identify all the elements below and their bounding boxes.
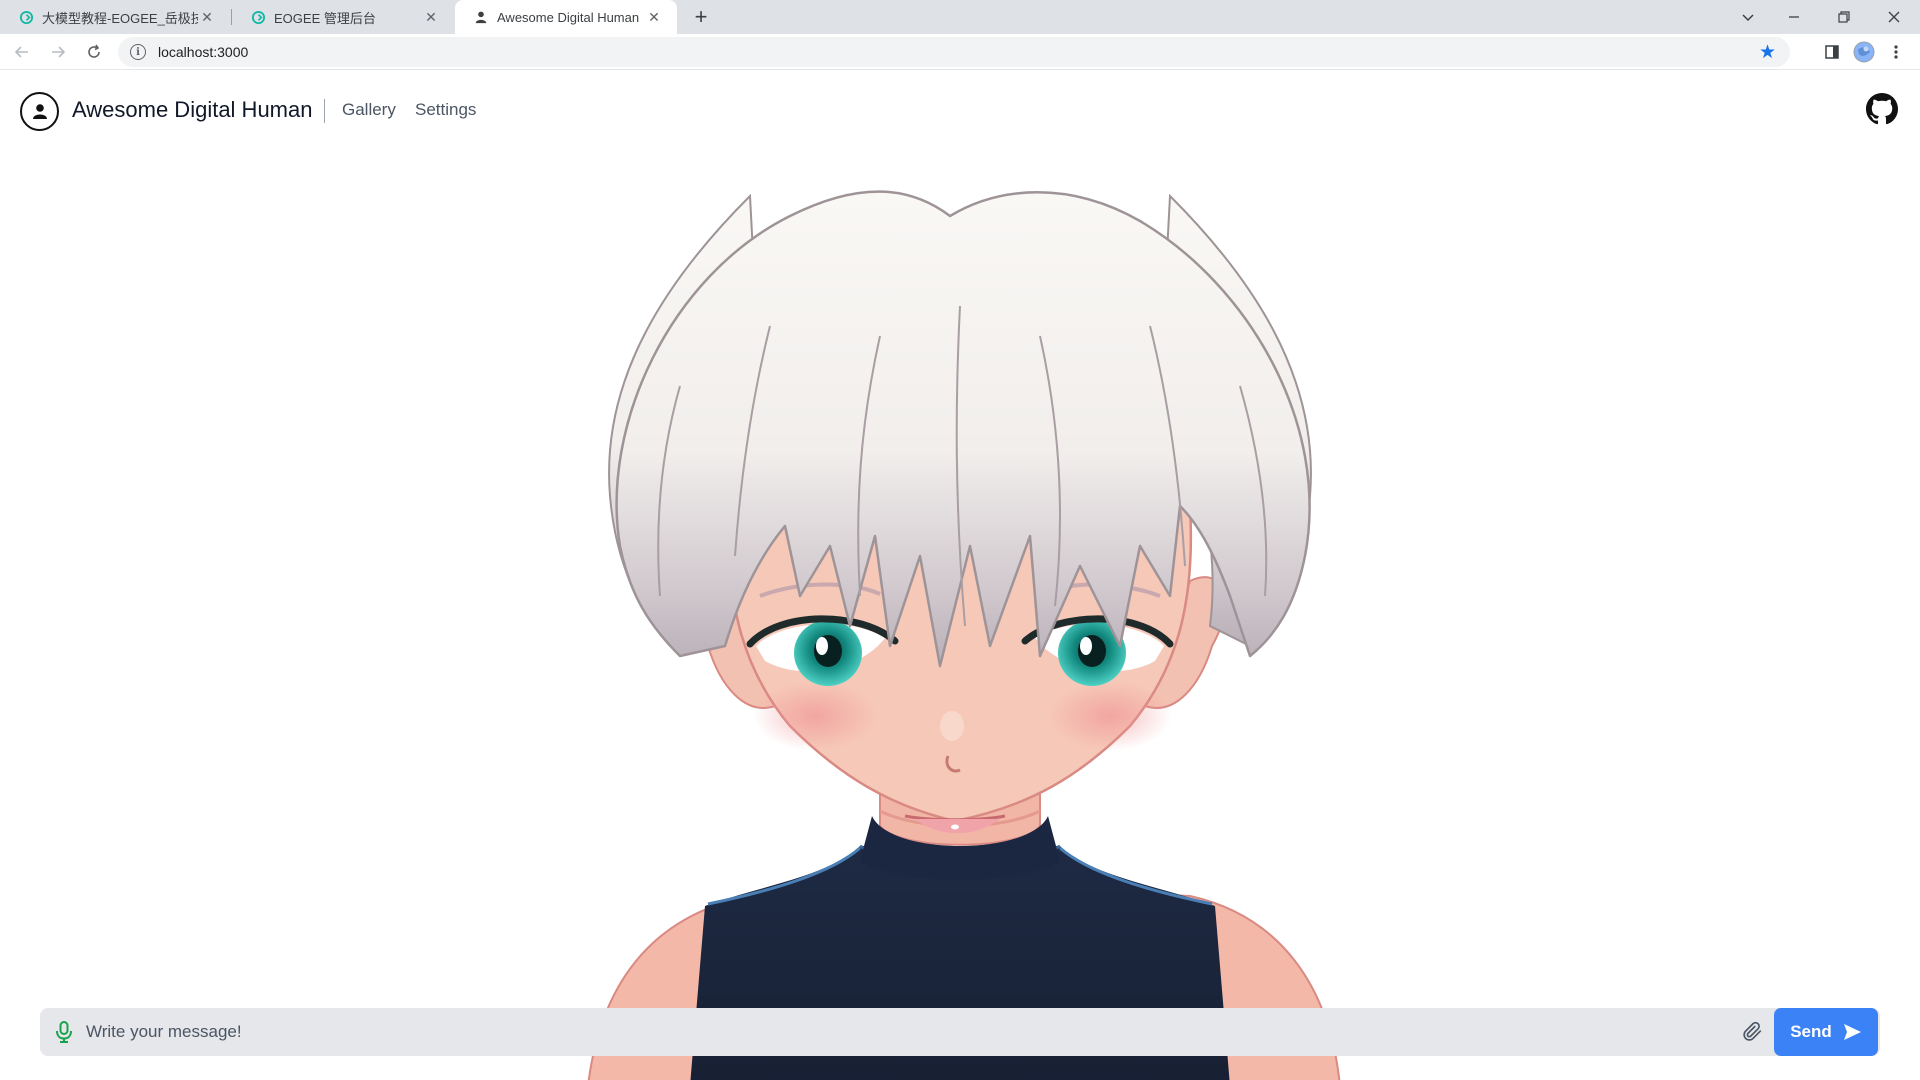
digital-human-avatar bbox=[560, 126, 1360, 1080]
new-tab-button[interactable]: + bbox=[688, 4, 714, 30]
paperclip-icon[interactable] bbox=[1742, 1021, 1764, 1043]
nav-settings-link[interactable]: Settings bbox=[415, 100, 476, 120]
browser-tab[interactable]: EOGEE 管理后台 ✕ bbox=[232, 0, 454, 34]
header-divider bbox=[324, 99, 325, 123]
eogee-favicon-icon bbox=[250, 9, 266, 25]
url-text: localhost:3000 bbox=[158, 44, 249, 60]
send-arrow-icon bbox=[1843, 1024, 1861, 1040]
address-bar[interactable]: i localhost:3000 ★ bbox=[118, 37, 1790, 67]
close-window-icon[interactable] bbox=[1870, 0, 1918, 34]
user-logo-icon[interactable] bbox=[20, 92, 59, 131]
app-title[interactable]: Awesome Digital Human bbox=[72, 97, 312, 123]
message-input[interactable] bbox=[86, 1008, 1766, 1056]
close-icon[interactable]: ✕ bbox=[422, 8, 440, 26]
bookmark-star-icon[interactable]: ★ bbox=[1759, 41, 1776, 64]
github-icon[interactable] bbox=[1866, 93, 1898, 125]
forward-arrow-icon[interactable] bbox=[44, 38, 72, 66]
browser-toolbar: i localhost:3000 ★ bbox=[0, 34, 1920, 70]
side-panel-icon[interactable] bbox=[1818, 38, 1846, 66]
browser-tab-active[interactable]: Awesome Digital Human ✕ bbox=[455, 0, 677, 34]
back-arrow-icon[interactable] bbox=[8, 38, 36, 66]
send-button-label: Send bbox=[1790, 1022, 1832, 1041]
close-icon[interactable]: ✕ bbox=[198, 8, 216, 26]
tab-title: 大模型教程-EOGEE_岳极技术 bbox=[42, 10, 198, 26]
app-viewport: Awesome Digital Human Gallery Settings W… bbox=[0, 71, 1920, 1080]
restore-icon[interactable] bbox=[1820, 0, 1868, 34]
browser-tab[interactable]: 大模型教程-EOGEE_岳极技术 ✕ bbox=[0, 0, 230, 34]
tab-search-chevron-down-icon[interactable] bbox=[1724, 0, 1772, 34]
profile-avatar-icon[interactable] bbox=[1850, 38, 1878, 66]
app-header: Awesome Digital Human Gallery Settings bbox=[0, 71, 1920, 151]
eogee-favicon-icon bbox=[18, 9, 34, 25]
tab-title: Awesome Digital Human bbox=[497, 9, 640, 25]
chat-input-bar: Send bbox=[40, 1008, 1880, 1056]
kebab-menu-icon[interactable] bbox=[1882, 38, 1910, 66]
microphone-icon[interactable] bbox=[52, 1020, 76, 1044]
browser-tab-strip: 大模型教程-EOGEE_岳极技术 ✕ EOGEE 管理后台 ✕ Awesome … bbox=[0, 0, 1920, 34]
minimize-icon[interactable] bbox=[1770, 0, 1818, 34]
tab-title: EOGEE 管理后台 bbox=[274, 10, 376, 26]
send-button[interactable]: Send bbox=[1774, 1008, 1878, 1056]
nav-gallery-link[interactable]: Gallery bbox=[342, 100, 396, 120]
person-favicon-icon bbox=[473, 9, 489, 25]
close-icon[interactable]: ✕ bbox=[645, 8, 663, 26]
reload-icon[interactable] bbox=[80, 38, 108, 66]
info-icon[interactable]: i bbox=[130, 44, 146, 60]
